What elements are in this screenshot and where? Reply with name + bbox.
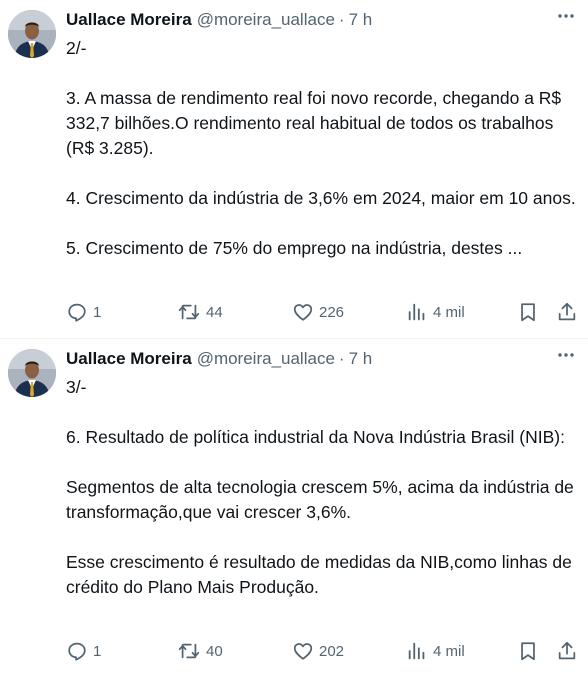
tweet-paragraph: 3/- [66,377,87,397]
share-button[interactable] [556,639,578,663]
views-icon [408,642,425,660]
author-name[interactable]: Uallace Moreira [66,10,192,30]
retweet-count: 44 [206,303,223,321]
tweet-actions: 1 44 226 4 mil [60,300,588,324]
timestamp[interactable]: 7 h [349,349,373,369]
like-count: 226 [319,303,345,321]
tweet[interactable]: Uallace Moreira @moreira_uallace · 7 h 3… [0,339,588,678]
bookmark-icon [521,303,535,322]
heart-icon [293,643,313,660]
like-button[interactable]: 226 [292,300,344,324]
retweet-button[interactable]: 40 [177,639,223,663]
views-icon [408,303,425,321]
views-count: 4 mil [433,303,465,321]
author-name[interactable]: Uallace Moreira [66,349,192,369]
separator-dot: · [338,349,345,368]
views-count: 4 mil [433,642,465,660]
retweet-icon [178,304,200,320]
more-button[interactable] [554,4,578,28]
retweet-count: 40 [206,642,223,660]
heart-icon [293,304,313,321]
share-button[interactable] [556,300,578,324]
retweet-button[interactable]: 44 [177,300,223,324]
bookmark-button[interactable] [517,300,539,324]
timestamp[interactable]: 7 h [349,10,373,30]
tweet-header: Uallace Moreira @moreira_uallace · 7 h [66,9,580,31]
avatar-image [8,10,56,58]
like-count: 202 [319,642,345,660]
avatar-image [8,349,56,397]
tweet-paragraph: 2/- [66,38,87,58]
avatar[interactable] [8,10,56,58]
bookmark-icon [521,642,535,661]
more-icon [558,14,574,18]
tweet-actions: 1 40 202 4 mil [60,639,588,663]
views-button[interactable]: 4 mil [406,300,465,324]
bookmark-button[interactable] [517,639,539,663]
reply-button[interactable]: 1 [66,300,101,324]
share-icon [558,641,576,660]
reply-button[interactable]: 1 [66,639,101,663]
tweet-header: Uallace Moreira @moreira_uallace · 7 h [66,348,580,370]
reply-icon [68,642,86,661]
more-button[interactable] [554,343,578,367]
tweet-paragraph: Segmentos de alta tecnologia crescem 5%,… [66,477,574,522]
reply-count: 1 [93,303,102,321]
tweet-paragraph: Esse crescimento é resultado de medidas … [66,552,572,597]
views-button[interactable]: 4 mil [406,639,465,663]
author-handle[interactable]: @moreira_uallace [197,10,335,30]
retweet-icon [178,643,200,659]
tweet-paragraph: 6. Resultado de política industrial da N… [66,427,565,447]
more-icon [558,353,574,357]
reply-count: 1 [93,642,102,660]
avatar[interactable] [8,349,56,397]
tweet-paragraph: 4. Crescimento da indústria de 3,6% em 2… [66,188,576,208]
like-button[interactable]: 202 [292,639,344,663]
tweet-text: 3/- 6. Resultado de política industrial … [66,375,582,600]
tweet-paragraph: 5. Crescimento de 75% do emprego na indú… [66,238,523,258]
tweet-paragraph: 3. A massa de rendimento real foi novo r… [66,88,562,158]
tweet-text: 2/- 3. A massa de rendimento real foi no… [66,36,582,261]
separator-dot: · [338,10,345,29]
author-handle[interactable]: @moreira_uallace [197,349,335,369]
reply-icon [68,303,86,322]
share-icon [558,302,576,321]
tweet[interactable]: Uallace Moreira @moreira_uallace · 7 h 2… [0,0,588,339]
